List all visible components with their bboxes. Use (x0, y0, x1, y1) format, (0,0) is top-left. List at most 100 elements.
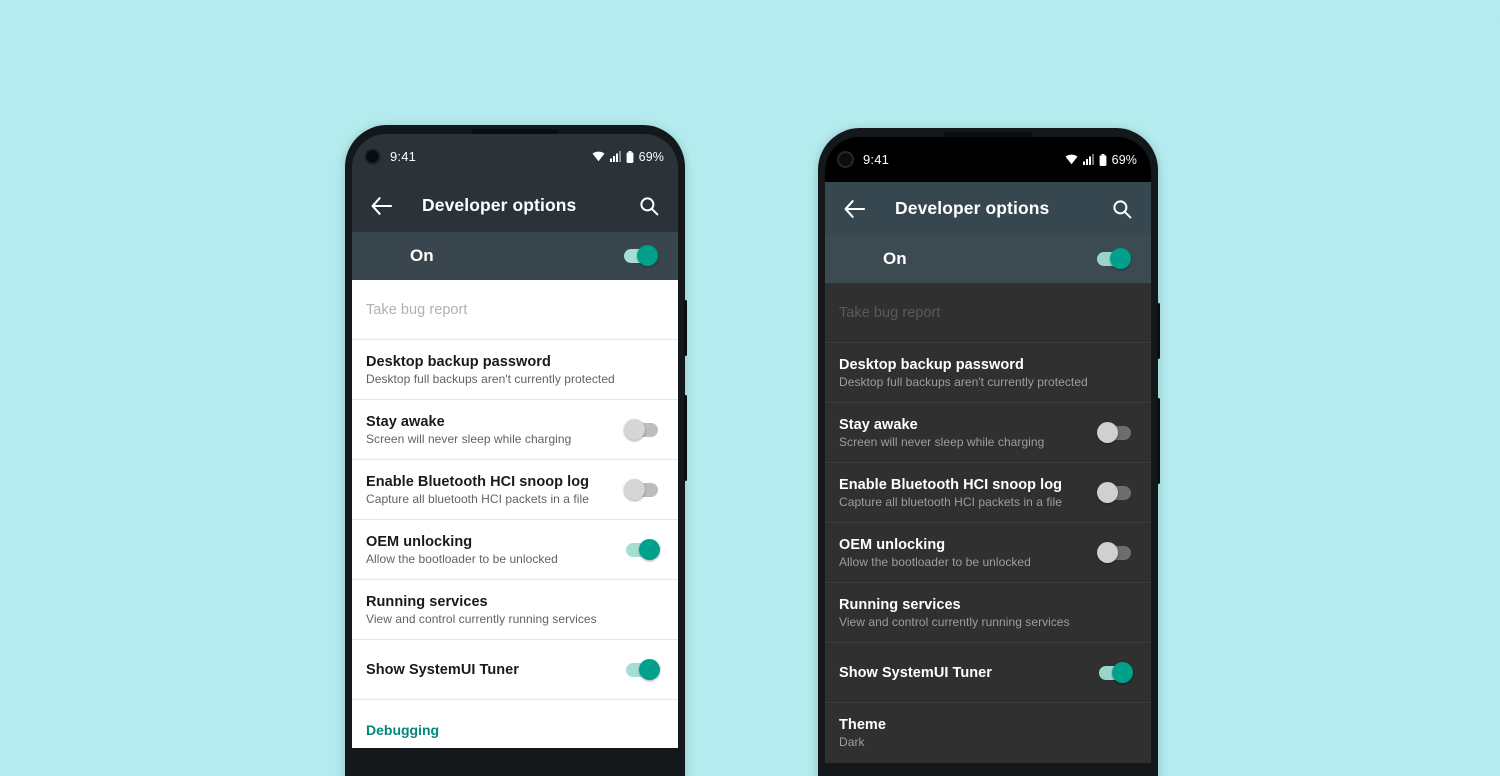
battery-icon (626, 150, 634, 163)
row-title: Take bug report (839, 304, 941, 321)
list-item-running-services[interactable]: Running services View and control curren… (352, 580, 678, 640)
master-toggle-label: On (883, 249, 907, 268)
row-title: Stay awake (839, 416, 918, 433)
row-subtitle: View and control currently running servi… (839, 614, 1070, 629)
row-title: OEM unlocking (366, 533, 473, 550)
cellular-signal-icon (609, 151, 621, 162)
row-title: Desktop backup password (366, 353, 551, 370)
battery-percent: 69% (1111, 152, 1137, 167)
row-text: Running services View and control curren… (839, 597, 1133, 629)
row-title: Desktop backup password (839, 356, 1024, 373)
settings-list-light: Take bug report Desktop backup password … (352, 280, 678, 748)
row-title: Take bug report (366, 301, 468, 318)
row-text: Take bug report (366, 302, 660, 318)
power-button[interactable] (1157, 398, 1160, 484)
row-title: Enable Bluetooth HCI snoop log (366, 473, 590, 490)
switch-thumb (1110, 248, 1131, 269)
list-item-oem-unlocking[interactable]: OEM unlocking Allow the bootloader to be… (352, 520, 678, 580)
list-item-take-bug-report[interactable]: Take bug report (825, 283, 1151, 343)
list-item-stay-awake[interactable]: Stay awake Screen will never sleep while… (352, 400, 678, 460)
stay-awake-switch[interactable] (624, 418, 660, 441)
volume-button[interactable] (1157, 303, 1160, 359)
master-toggle-switch[interactable] (1095, 248, 1131, 270)
settings-list-dark: Take bug report Desktop backup password … (825, 283, 1151, 763)
row-text: OEM unlocking Allow the bootloader to be… (839, 537, 1085, 569)
show-systemui-tuner-switch[interactable] (1097, 661, 1133, 684)
battery-percent: 69% (638, 149, 664, 164)
power-button[interactable] (684, 395, 687, 481)
status-bar: 9:41 69% (352, 134, 678, 179)
page-title: Developer options (895, 198, 1050, 218)
wifi-icon (592, 151, 605, 162)
row-subtitle: Capture all bluetooth HCI packets in a f… (366, 491, 589, 506)
row-text: Stay awake Screen will never sleep while… (839, 417, 1085, 449)
list-item-desktop-backup-password[interactable]: Desktop backup password Desktop full bac… (352, 340, 678, 400)
bluetooth-hci-snoop-log-switch[interactable] (624, 478, 660, 501)
wifi-icon (1065, 154, 1078, 165)
canvas: 9:41 69% Developer options On Take bug r… (0, 0, 1500, 776)
row-text: Enable Bluetooth HCI snoop log Capture a… (366, 474, 612, 506)
list-item-show-systemui-tuner[interactable]: Show SystemUI Tuner (825, 643, 1151, 703)
earpiece-speaker-icon (944, 132, 1032, 137)
row-title: Enable Bluetooth HCI snoop log (839, 476, 1063, 493)
switch-thumb (1097, 481, 1118, 503)
developer-options-master-row[interactable]: On (352, 232, 678, 280)
section-header-debugging: Debugging (366, 722, 440, 738)
list-item-stay-awake[interactable]: Stay awake Screen will never sleep while… (825, 403, 1151, 463)
oem-unlocking-switch[interactable] (624, 538, 660, 561)
stay-awake-switch[interactable] (1097, 421, 1133, 444)
show-systemui-tuner-switch[interactable] (624, 658, 660, 681)
search-icon[interactable] (636, 193, 662, 219)
row-text: Take bug report (839, 305, 1133, 321)
list-item-theme[interactable]: Theme Dark (825, 703, 1151, 763)
list-item-bluetooth-hci-snoop-log[interactable]: Enable Bluetooth HCI snoop log Capture a… (825, 463, 1151, 523)
screen-dark: 9:41 69% Developer options On Take bug r… (825, 137, 1151, 776)
row-title: OEM unlocking (839, 536, 946, 553)
oem-unlocking-switch[interactable] (1097, 541, 1133, 564)
switch-thumb (624, 478, 645, 500)
row-subtitle: Allow the bootloader to be unlocked (366, 551, 558, 566)
master-toggle-label: On (410, 246, 434, 265)
page-title: Developer options (422, 195, 577, 215)
list-item-oem-unlocking[interactable]: OEM unlocking Allow the bootloader to be… (825, 523, 1151, 583)
row-subtitle: Screen will never sleep while charging (839, 434, 1045, 449)
back-arrow-icon[interactable] (368, 193, 394, 219)
phone-light: 9:41 69% Developer options On Take bug r… (345, 125, 687, 776)
status-clock: 9:41 (863, 152, 890, 167)
cellular-signal-icon (1082, 154, 1094, 165)
phone-dark: 9:41 69% Developer options On Take bug r… (818, 128, 1160, 776)
list-item-bluetooth-hci-snoop-log[interactable]: Enable Bluetooth HCI snoop log Capture a… (352, 460, 678, 520)
list-item-show-systemui-tuner[interactable]: Show SystemUI Tuner (352, 640, 678, 700)
status-bar: 9:41 69% (825, 137, 1151, 182)
list-item-take-bug-report[interactable]: Take bug report (352, 280, 678, 340)
switch-thumb (637, 245, 658, 266)
row-subtitle: Capture all bluetooth HCI packets in a f… (839, 494, 1062, 509)
volume-button[interactable] (684, 300, 687, 356)
row-text: Desktop backup password Desktop full bac… (839, 357, 1133, 389)
front-camera-icon (364, 148, 381, 165)
row-text: OEM unlocking Allow the bootloader to be… (366, 534, 612, 566)
row-text: Show SystemUI Tuner (839, 665, 1085, 681)
developer-options-master-row[interactable]: On (825, 235, 1151, 283)
row-title: Running services (839, 596, 961, 613)
app-bar: Developer options (352, 179, 678, 232)
row-subtitle: Dark (839, 735, 865, 749)
switch-thumb (639, 538, 660, 560)
battery-icon (1099, 153, 1107, 166)
row-text: Enable Bluetooth HCI snoop log Capture a… (839, 477, 1085, 509)
row-text: Show SystemUI Tuner (366, 662, 612, 678)
row-title: Theme (839, 717, 886, 733)
bluetooth-hci-snoop-log-switch[interactable] (1097, 481, 1133, 504)
row-text: Theme Dark (839, 717, 1133, 749)
row-title: Stay awake (366, 413, 445, 430)
status-icons: 69% (592, 150, 664, 164)
list-item-desktop-backup-password[interactable]: Desktop backup password Desktop full bac… (825, 343, 1151, 403)
master-toggle-switch[interactable] (622, 245, 658, 267)
screen-light: 9:41 69% Developer options On Take bug r… (352, 134, 678, 776)
search-icon[interactable] (1109, 196, 1135, 222)
row-subtitle: Screen will never sleep while charging (366, 431, 572, 446)
list-item-running-services[interactable]: Running services View and control curren… (825, 583, 1151, 643)
back-arrow-icon[interactable] (841, 196, 867, 222)
app-bar: Developer options (825, 182, 1151, 235)
row-title: Show SystemUI Tuner (839, 664, 992, 681)
